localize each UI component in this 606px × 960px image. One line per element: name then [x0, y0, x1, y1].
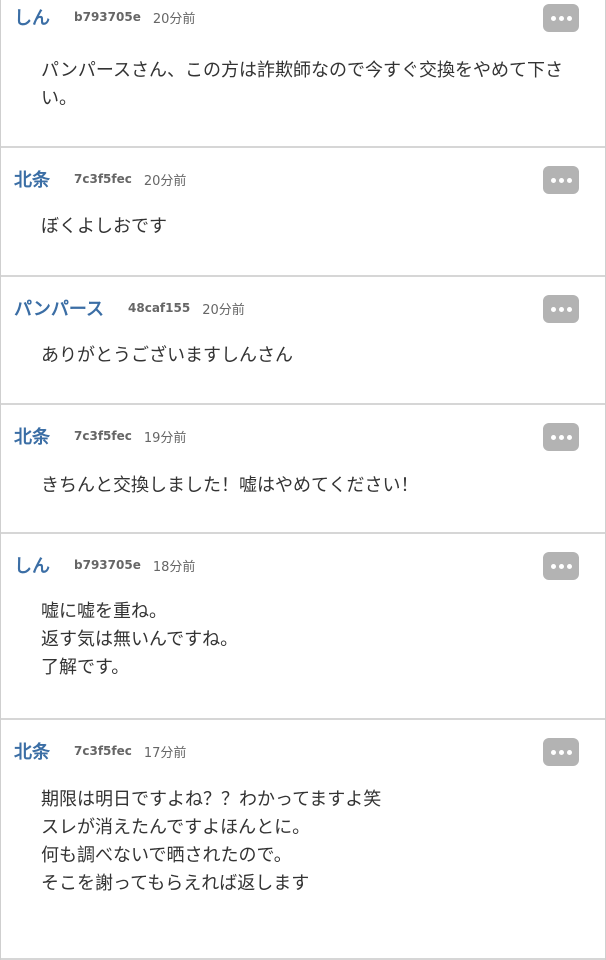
- post-time: 18分前: [152, 559, 196, 575]
- more-dots-icon[interactable]: [543, 423, 579, 451]
- more-dots-icon[interactable]: [543, 166, 579, 194]
- comment-line: 嘘に嘘を重ね。: [41, 601, 167, 622]
- comment-line: 期限は明日ですよね？？わかってますよ笑: [41, 789, 382, 810]
- post-header: しん b793705e 20分前: [14, 0, 195, 34]
- comment-post: パンパース 48caf155 20分前 ありがとうございますしんさん: [1, 277, 605, 405]
- more-dots-icon[interactable]: [543, 552, 579, 580]
- post-header: しん b793705e 18分前: [14, 548, 195, 582]
- post-header: 北条 7c3f5fec 19分前: [14, 419, 186, 453]
- comment-body: 嘘に嘘を重ね。 返す気は無いんですね。 了解です。: [41, 598, 575, 682]
- post-header: パンパース 48caf155 20分前: [14, 291, 245, 325]
- comment-line: 返す気は無いんですね。: [41, 629, 239, 650]
- user-id: 7c3f5fec: [74, 172, 132, 186]
- comment-post: しん b793705e 20分前 パンパースさん、この方は詐欺師なので今すぐ交換…: [1, 0, 605, 148]
- author-name[interactable]: 北条: [14, 423, 50, 449]
- post-header: 北条 7c3f5fec 17分前: [14, 734, 186, 768]
- post-header: 北条 7c3f5fec 20分前: [14, 162, 186, 196]
- comment-line: きちんと交換しました！嘘はやめてください！: [41, 475, 419, 496]
- user-id: 7c3f5fec: [74, 744, 132, 758]
- author-name[interactable]: 北条: [14, 738, 50, 764]
- comment-thread: しん b793705e 20分前 パンパースさん、この方は詐欺師なので今すぐ交換…: [0, 0, 606, 960]
- more-dots-icon[interactable]: [543, 295, 579, 323]
- comment-body: ありがとうございますしんさん: [41, 342, 575, 370]
- user-id: 7c3f5fec: [74, 429, 132, 443]
- comment-line: 了解です。: [41, 657, 130, 678]
- comment-body: ぼくよしおです: [41, 213, 575, 241]
- comment-line: ぼくよしおです: [41, 216, 167, 237]
- comment-post: しん b793705e 18分前 嘘に嘘を重ね。 返す気は無いんですね。 了解で…: [1, 534, 605, 720]
- user-id: b793705e: [74, 10, 141, 24]
- post-time: 19分前: [143, 430, 187, 446]
- post-time: 20分前: [143, 173, 187, 189]
- user-id: 48caf155: [128, 301, 191, 315]
- author-name[interactable]: 北条: [14, 166, 50, 192]
- comment-body: 期限は明日ですよね？？わかってますよ笑 スレが消えたんですよほんとに。 何も調べ…: [41, 786, 575, 898]
- comment-line: 何も調べないで晒されたので。: [41, 845, 292, 866]
- post-time: 20分前: [202, 302, 245, 318]
- comment-post: 北条 7c3f5fec 19分前 きちんと交換しました！嘘はやめてください！: [1, 405, 605, 534]
- comment-post: 北条 7c3f5fec 20分前 ぼくよしおです: [1, 148, 605, 277]
- comment-line: そこを謝ってもらえれば返します: [41, 873, 310, 894]
- author-name[interactable]: しん: [14, 552, 50, 578]
- more-dots-icon[interactable]: [543, 738, 579, 766]
- author-name[interactable]: パンパース: [14, 295, 104, 321]
- author-name[interactable]: しん: [14, 4, 50, 30]
- comment-post: 北条 7c3f5fec 17分前 期限は明日ですよね？？わかってますよ笑 スレが…: [1, 720, 605, 960]
- comment-line: スレが消えたんですよほんとに。: [41, 817, 311, 838]
- more-dots-icon[interactable]: [543, 4, 579, 32]
- comment-body: きちんと交換しました！嘘はやめてください！: [41, 472, 575, 500]
- comment-line: ありがとうございますしんさん: [41, 345, 293, 366]
- post-time: 20分前: [152, 11, 196, 27]
- comment-line: パンパースさん、この方は詐欺師なので今すぐ交換をやめて下さい。: [41, 60, 563, 109]
- user-id: b793705e: [74, 558, 141, 572]
- post-time: 17分前: [143, 745, 187, 761]
- comment-body: パンパースさん、この方は詐欺師なので今すぐ交換をやめて下さい。: [41, 57, 575, 113]
